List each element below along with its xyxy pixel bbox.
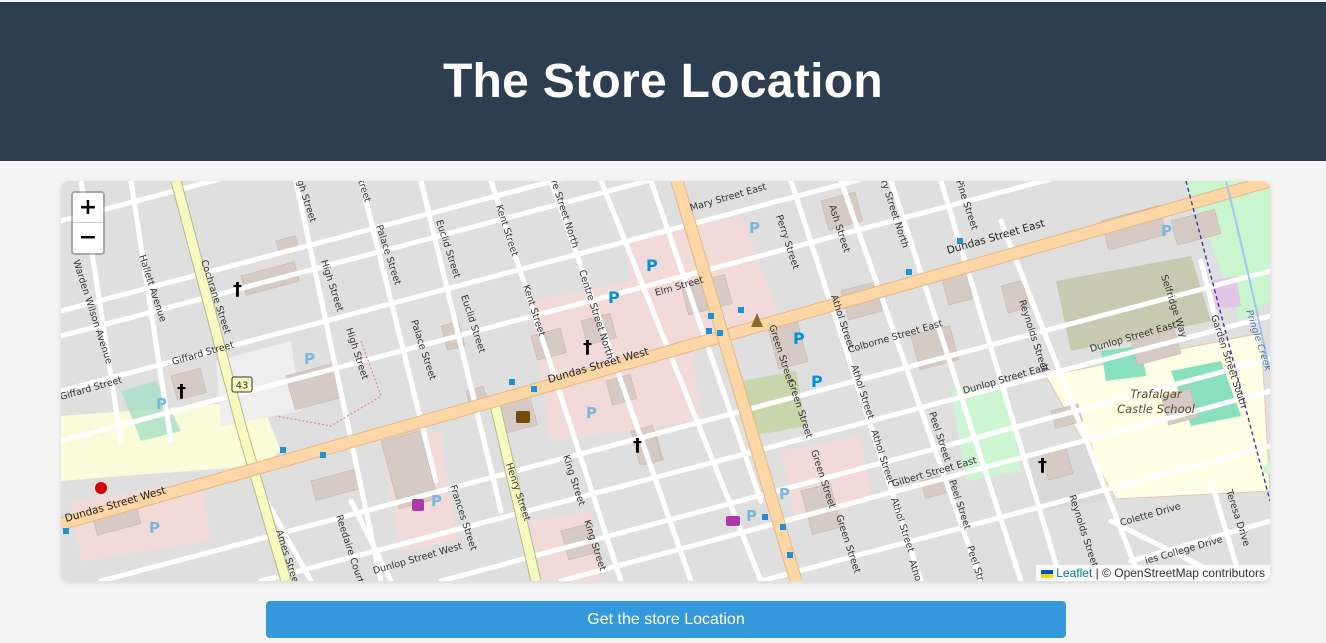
svg-text:P: P <box>431 492 442 510</box>
svg-text:†: † <box>583 337 592 358</box>
svg-text:P: P <box>746 507 757 525</box>
library-icon <box>516 411 530 423</box>
zoom-in-button[interactable]: + <box>73 193 103 223</box>
svg-text:P: P <box>149 519 160 537</box>
shop-icon <box>412 499 424 511</box>
zoom-control: + − <box>71 191 105 255</box>
svg-text:P: P <box>608 288 620 307</box>
svg-text:†: † <box>233 279 242 300</box>
cart-icon <box>726 516 740 526</box>
svg-text:P: P <box>156 395 167 413</box>
svg-text:Trafalgar: Trafalgar <box>1130 387 1183 401</box>
attribution-separator: | <box>1092 566 1103 580</box>
svg-text:P: P <box>811 372 823 391</box>
svg-text:†: † <box>633 435 642 456</box>
get-store-location-button[interactable]: Get the store Location <box>266 601 1066 638</box>
svg-text:P: P <box>646 256 658 275</box>
page-title: The Store Location <box>442 55 884 108</box>
svg-text:P: P <box>1161 222 1172 240</box>
zoom-out-button[interactable]: − <box>73 223 103 253</box>
svg-text:P: P <box>779 485 790 503</box>
map-tiles[interactable]: P P P P P P P P P P P P P † † † † † 43 D… <box>61 181 1270 581</box>
svg-text:†: † <box>1038 455 1047 476</box>
svg-text:P: P <box>304 350 315 368</box>
page-header: The Store Location <box>0 2 1326 161</box>
svg-text:P: P <box>586 404 597 422</box>
osm-credit: © OpenStreetMap contributors <box>1102 566 1265 580</box>
map-container[interactable]: P P P P P P P P P P P P P † † † † † 43 D… <box>61 181 1270 581</box>
fire-station-icon <box>95 482 107 494</box>
ukraine-flag-icon <box>1041 569 1054 578</box>
svg-text:P: P <box>749 219 760 237</box>
svg-text:Castle School: Castle School <box>1117 402 1195 416</box>
leaflet-link[interactable]: Leaflet <box>1056 566 1092 580</box>
svg-text:†: † <box>177 381 186 402</box>
svg-text:P: P <box>793 329 805 348</box>
map-attribution: Leaflet | © OpenStreetMap contributors <box>1036 565 1270 581</box>
svg-text:43: 43 <box>236 381 249 392</box>
